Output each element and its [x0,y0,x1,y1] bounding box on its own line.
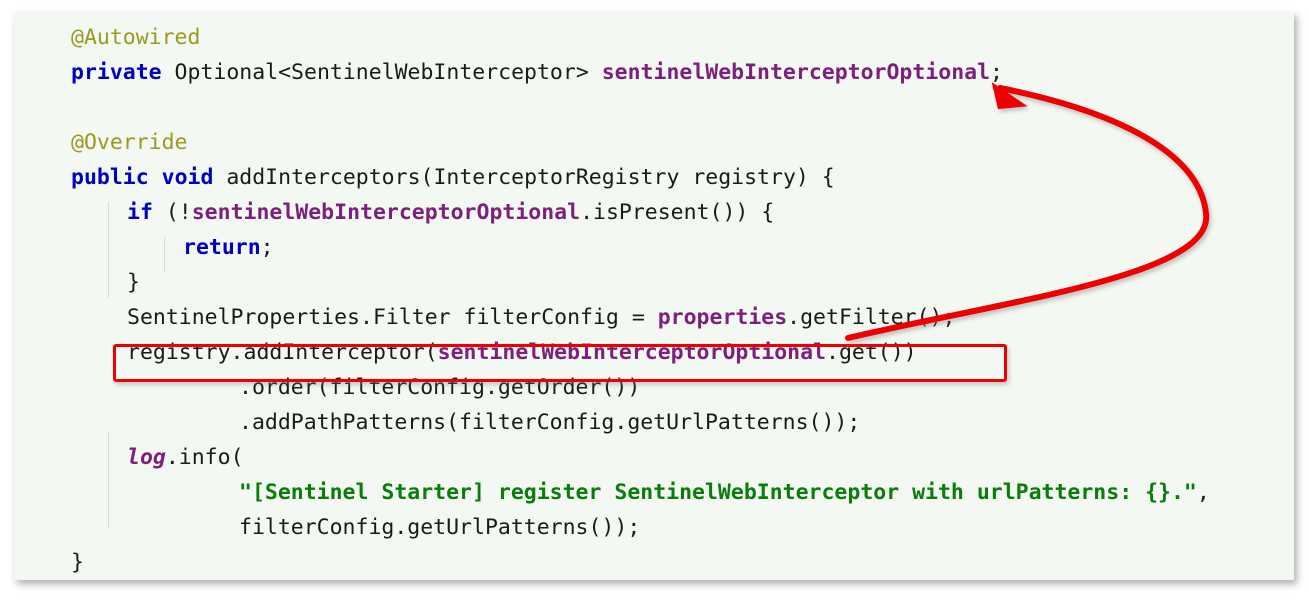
code-line: .addPathPatterns(filterConfig.getUrlPatt… [14,405,1294,440]
code-token: addInterceptors(InterceptorRegistry regi… [213,165,835,190]
code-token: , [1196,480,1210,505]
code-token: SentinelProperties.Filter filterConfig = [127,305,658,330]
code-token: sentinelWebInterceptorOptional [601,60,991,85]
code-line: @Override [14,125,1294,160]
code-listing: @Autowired private Optional<SentinelWebIn… [14,20,1294,580]
code-token: .get()) [826,340,917,365]
code-line: SentinelProperties.Filter filterConfig =… [14,300,1294,335]
code-line: log.info( [14,440,1294,475]
code-token: @Override [71,130,188,155]
code-line: @Autowired [14,20,1294,55]
code-token: void [161,165,214,190]
code-token: .order(filterConfig.getOrder()) [239,375,641,400]
code-token: sentinelWebInterceptorOptional [437,340,826,365]
code-token: (! [152,200,192,225]
code-line-highlighted: registry.addInterceptor(sentinelWebInter… [14,335,1294,370]
code-token: "[Sentinel Starter] register SentinelWeb… [239,480,1197,505]
code-token: ; [990,60,1003,85]
code-token: log [127,445,166,470]
code-token: registry.addInterceptor( [127,340,438,365]
code-line: private Optional<SentinelWebInterceptor>… [14,55,1294,90]
code-token: .addPathPatterns(filterConfig.getUrlPatt… [239,410,861,435]
code-token: @Autowired [71,25,201,50]
code-line: if (!sentinelWebInterceptorOptional.isPr… [14,195,1294,230]
code-line: } [14,545,1294,580]
code-token: if [127,200,153,225]
code-line: .order(filterConfig.getOrder()) [14,370,1294,405]
code-line: } [14,265,1294,300]
code-token: public [71,165,149,190]
code-token: .isPresent()) { [580,200,775,225]
screenshot-root: @Autowired private Optional<SentinelWebIn… [0,0,1309,607]
code-line: "[Sentinel Starter] register SentinelWeb… [14,475,1294,510]
code-token: } [127,270,140,295]
code-token: private [71,60,162,85]
code-line: public void addInterceptors(InterceptorR… [14,160,1294,195]
code-line: return; [14,230,1294,265]
code-token: return [183,235,261,260]
code-token: .info( [165,445,244,470]
code-token: Optional<SentinelWebInterceptor> [161,60,602,85]
code-token: ; [260,235,274,260]
code-token: sentinelWebInterceptorOptional [191,200,581,225]
code-token: filterConfig.getUrlPatterns()); [239,515,641,540]
code-token: } [71,550,84,575]
code-line: filterConfig.getUrlPatterns()); [14,510,1294,545]
code-token: .getFilter(); [787,305,956,330]
code-panel: @Autowired private Optional<SentinelWebIn… [14,12,1294,580]
code-token: properties [657,305,788,330]
